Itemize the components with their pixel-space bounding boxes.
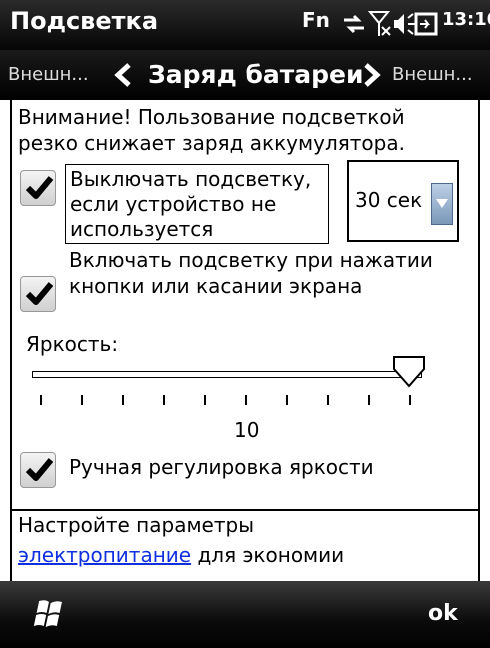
brightness-slider[interactable] <box>24 355 444 425</box>
footer-line-2-rest: для экономии <box>191 543 345 567</box>
turn-off-label: Выключать подсветку, если устройство не … <box>70 167 312 241</box>
window-title: Подсветка <box>10 7 159 35</box>
timeout-value: 30 сек <box>355 188 423 212</box>
slider-tick <box>40 395 42 405</box>
chevron-right-icon[interactable] <box>360 63 382 87</box>
footer-line-1: Настройте параметры <box>18 513 254 537</box>
settings-panel: Внимание! Пользование подсветкой резко с… <box>10 100 480 509</box>
check-icon <box>25 282 54 305</box>
footer-hint: Настройте параметры электропитание для э… <box>10 511 480 581</box>
clock: 13:10 <box>442 9 490 30</box>
slider-tick <box>81 395 83 405</box>
slider-tick <box>409 395 411 405</box>
screen: Подсветка Fn 13:10 Внешн... Заряд ба <box>0 0 490 648</box>
chevron-left-icon[interactable] <box>113 63 135 87</box>
slider-track[interactable] <box>32 371 422 378</box>
volume-icon <box>394 13 415 35</box>
slider-tick <box>327 395 329 405</box>
tab-next[interactable]: Внешн... <box>392 64 473 85</box>
timeout-select[interactable]: 30 сек <box>347 160 459 242</box>
slider-tick <box>286 395 288 405</box>
turn-on-label[interactable]: Включать подсветку при нажатии кнопки ил… <box>69 247 449 299</box>
slider-tick <box>163 395 165 405</box>
dropdown-button[interactable] <box>431 183 453 225</box>
slider-tick <box>245 395 247 405</box>
turn-off-checkbox[interactable] <box>20 170 56 206</box>
brightness-value: 10 <box>234 418 260 442</box>
fn-indicator: Fn <box>302 8 330 32</box>
slider-tick <box>122 395 124 405</box>
slider-tick <box>368 395 370 405</box>
turn-off-option[interactable]: Выключать подсветку, если устройство не … <box>65 164 329 244</box>
windows-start-icon[interactable] <box>30 597 70 633</box>
title-bar: Подсветка Fn 13:10 <box>0 0 490 50</box>
warning-text: Внимание! Пользование подсветкой резко с… <box>18 105 405 155</box>
turn-on-checkbox[interactable] <box>20 276 56 312</box>
tab-strip: Внешн... Заряд батареи Внешн... <box>0 50 490 100</box>
check-icon <box>25 176 54 199</box>
ok-button[interactable]: ok <box>428 601 458 626</box>
status-area[interactable]: Fn 13:10 <box>302 0 490 50</box>
softkey-bar: ok <box>0 581 490 648</box>
slider-thumb[interactable] <box>392 355 428 389</box>
tab-previous[interactable]: Внешн... <box>8 64 89 85</box>
footer-line-2: электропитание для экономии <box>18 543 344 567</box>
battery-charging-icon-shape <box>414 12 438 36</box>
sync-icon <box>344 14 364 34</box>
manual-brightness-label[interactable]: Ручная регулировка яркости <box>69 455 374 479</box>
check-icon <box>25 458 54 481</box>
brightness-label: Яркость: <box>26 332 119 356</box>
no-signal-icon <box>368 11 391 36</box>
slider-tick <box>204 395 206 405</box>
power-settings-link[interactable]: электропитание <box>18 543 191 567</box>
manual-brightness-checkbox[interactable] <box>20 452 56 488</box>
tab-current: Заряд батареи <box>148 60 364 89</box>
chevron-down-icon <box>436 199 448 208</box>
